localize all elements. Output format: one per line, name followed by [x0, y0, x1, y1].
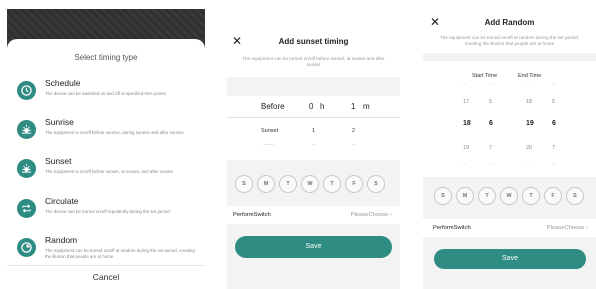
option-name: Random — [45, 235, 78, 245]
end-minute-option[interactable]: -- — [552, 81, 556, 87]
start-minute-option[interactable]: -- — [489, 161, 493, 167]
end-time-label: End Time — [518, 73, 542, 79]
picker-divider — [227, 117, 400, 118]
minutes-unit: m — [363, 102, 370, 111]
weekday-selector: S M T W T F S — [434, 187, 584, 205]
option-description: The equipment can be turned on/off at ra… — [45, 248, 195, 259]
timer-icon — [17, 238, 36, 257]
picker-mode-option[interactable]: Sunset — [261, 128, 278, 134]
dimmed-background[interactable] — [7, 9, 205, 39]
start-minute-selected[interactable]: 6 — [489, 120, 493, 127]
end-minute-option[interactable]: -- — [552, 161, 556, 167]
header: ✕ Add Random The equipment can be turned… — [423, 9, 596, 53]
picker-minutes-selected[interactable]: 1 — [351, 102, 355, 111]
sheet-title: Select timing type — [74, 53, 138, 62]
start-minute-option[interactable]: -- — [489, 81, 493, 87]
day-saturday[interactable]: S — [566, 187, 584, 205]
perform-switch-value: PleaseChoose › — [547, 225, 588, 231]
save-button[interactable]: Save — [434, 249, 586, 269]
sunset-timing-screen: ✕ Add sunset timing The equipment can be… — [227, 9, 400, 289]
cancel-button[interactable]: Cancel — [7, 265, 205, 289]
clock-icon — [17, 81, 36, 100]
day-monday[interactable]: M — [456, 187, 474, 205]
chevron-right-icon: › — [586, 225, 588, 231]
time-range-picker[interactable]: Start Time End Time -- 17 18 19 -- -- 5 … — [423, 61, 596, 177]
perform-switch-placeholder: PleaseChoose — [546, 225, 585, 231]
picker-minutes-option[interactable]: 2 — [352, 128, 355, 134]
end-minute-selected[interactable]: 6 — [552, 120, 556, 127]
day-sunday[interactable]: S — [434, 187, 452, 205]
end-minute-option[interactable]: 5 — [552, 99, 555, 105]
picker-minutes-option[interactable]: -- — [352, 142, 356, 148]
option-description: The device can be turned on/off repeated… — [45, 209, 170, 214]
page-title: Add Random — [484, 18, 535, 27]
perform-switch-label: PerformSwitch — [433, 225, 471, 231]
day-friday[interactable]: F — [544, 187, 562, 205]
perform-switch-row[interactable]: PerformSwitch PleaseChoose › — [227, 206, 400, 224]
save-button[interactable]: Save — [235, 236, 392, 258]
end-hour-option[interactable]: 20 — [526, 145, 532, 151]
sunrise-icon — [17, 120, 36, 139]
weekday-selector: S M T W T F S — [235, 175, 385, 193]
day-wednesday[interactable]: W — [500, 187, 518, 205]
start-minute-option[interactable]: 7 — [489, 145, 492, 151]
start-hour-option[interactable]: 17 — [463, 99, 469, 105]
picker-hours-option[interactable]: -- — [312, 142, 316, 148]
start-hour-option[interactable]: -- — [463, 81, 467, 87]
option-name: Sunrise — [45, 117, 74, 127]
perform-switch-row[interactable]: PerformSwitch PleaseChoose › — [423, 219, 596, 237]
option-description: The equipment is on/off before sunrise, … — [45, 130, 184, 135]
day-thursday[interactable]: T — [323, 175, 341, 193]
page-subtitle: The equipment can be turned on/off befor… — [242, 56, 385, 67]
page-title: Add sunset timing — [278, 37, 349, 46]
end-hour-option[interactable]: -- — [526, 81, 530, 87]
timing-option-schedule[interactable]: Schedule The device can be switched on a… — [7, 77, 205, 117]
page-subtitle: The equipment can be turned on/off at ra… — [439, 35, 580, 46]
day-wednesday[interactable]: W — [301, 175, 319, 193]
day-sunday[interactable]: S — [235, 175, 253, 193]
timing-option-sunrise[interactable]: Sunrise The equipment is on/off before s… — [7, 116, 205, 156]
perform-switch-value: PleaseChoose › — [351, 212, 392, 218]
day-tuesday[interactable]: T — [478, 187, 496, 205]
repeat-icon — [17, 199, 36, 218]
timing-option-sunset[interactable]: Sunset The equipment is on/off before su… — [7, 155, 205, 195]
picker-mode-option[interactable]: ------ — [263, 142, 274, 148]
timing-type-screen: Select timing type Schedule The device c… — [7, 9, 205, 289]
chevron-right-icon: › — [390, 212, 392, 218]
start-hour-selected[interactable]: 18 — [463, 120, 471, 127]
header: ✕ Add sunset timing The equipment can be… — [227, 9, 400, 77]
start-hour-option[interactable]: 19 — [463, 145, 469, 151]
end-hour-selected[interactable]: 19 — [526, 120, 534, 127]
day-tuesday[interactable]: T — [279, 175, 297, 193]
end-minute-option[interactable]: 7 — [552, 145, 555, 151]
end-hour-option[interactable]: -- — [526, 161, 530, 167]
option-description: The device can be switched on and off at… — [45, 91, 166, 96]
timing-type-sheet: Select timing type Schedule The device c… — [7, 39, 205, 289]
hours-unit: h — [320, 102, 325, 111]
day-monday[interactable]: M — [257, 175, 275, 193]
perform-switch-placeholder: PleaseChoose — [350, 212, 389, 218]
sunset-icon — [17, 159, 36, 178]
picker-hours-selected[interactable]: 0 — [309, 102, 313, 111]
timing-option-circulate[interactable]: Circulate The device can be turned on/of… — [7, 195, 205, 235]
picker-hours-option[interactable]: 1 — [312, 128, 315, 134]
option-name: Schedule — [45, 78, 81, 88]
day-friday[interactable]: F — [345, 175, 363, 193]
perform-switch-label: PerformSwitch — [233, 212, 271, 218]
end-hour-option[interactable]: 18 — [526, 99, 532, 105]
option-name: Sunset — [45, 156, 72, 166]
picker-mode-selected[interactable]: Before — [261, 102, 285, 111]
option-name: Circulate — [45, 196, 79, 206]
start-time-label: Start Time — [472, 73, 498, 79]
offset-picker[interactable]: Before 0 h 1 m Sunset 1 2 ------ -- -- — [227, 96, 400, 160]
add-random-screen: ✕ Add Random The equipment can be turned… — [423, 9, 596, 289]
day-thursday[interactable]: T — [522, 187, 540, 205]
option-description: The equipment is on/off before sunset, a… — [45, 169, 173, 174]
start-hour-option[interactable]: -- — [463, 161, 467, 167]
start-minute-option[interactable]: 5 — [489, 99, 492, 105]
day-saturday[interactable]: S — [367, 175, 385, 193]
